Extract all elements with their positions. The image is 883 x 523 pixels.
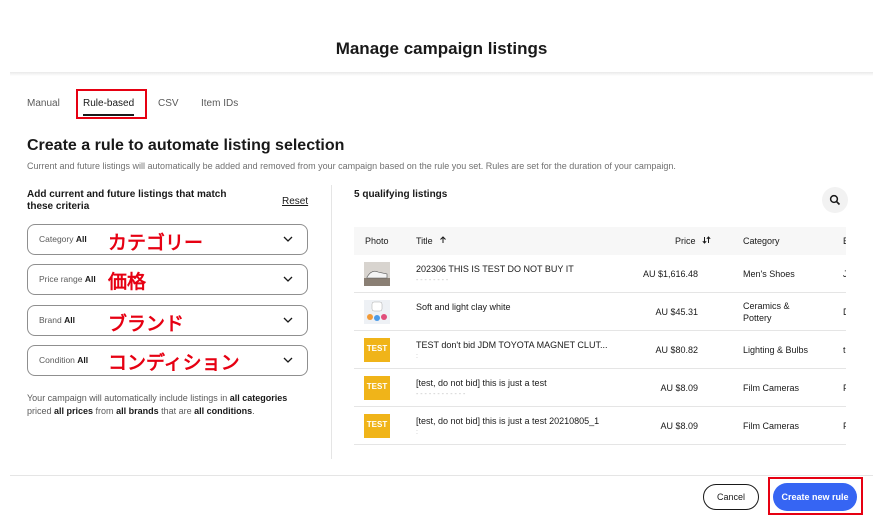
listing-price: AU $1,616.48 — [642, 269, 698, 279]
listing-title: [test, do not bid] this is just a test 2… — [416, 416, 600, 426]
tab-item-ids[interactable]: Item IDs — [201, 98, 238, 109]
listing-extra: F — [843, 383, 846, 393]
listing-category-line2: Pottery — [743, 313, 772, 323]
price-range-annotation: 価格 — [108, 272, 147, 293]
listing-title: TEST don't bid JDM TOYOTA MAGNET CLUT... — [416, 340, 608, 350]
price-range-dropdown-label: Price range All — [39, 274, 96, 284]
listing-extra: J — [843, 269, 846, 279]
listing-price: AU $45.31 — [655, 307, 698, 317]
sort-up-icon — [440, 236, 447, 243]
table-row[interactable]: 202306 THIS IS TEST DO NOT BUY IT - - - … — [354, 255, 846, 293]
listing-price: AU $80.82 — [655, 345, 698, 355]
listing-title: Soft and light clay white — [416, 302, 511, 312]
col-extra: B — [843, 236, 846, 246]
listing-category: Film Cameras — [743, 421, 800, 431]
col-title[interactable]: Title — [416, 236, 447, 246]
table-row[interactable]: TEST [test, do not bid] this is just a t… — [354, 369, 846, 407]
table-row[interactable]: Soft and light clay white AU $45.31 Cera… — [354, 293, 846, 331]
listing-photo-test-logo: TEST — [364, 338, 390, 362]
listing-photo-clay — [364, 300, 390, 324]
tab-manual[interactable]: Manual — [27, 98, 60, 109]
sort-updown-icon — [702, 236, 711, 244]
chevron-down-icon — [283, 357, 293, 363]
table-row[interactable]: TEST TEST don't bid JDM TOYOTA MAGNET CL… — [354, 331, 846, 369]
cancel-button[interactable]: Cancel — [703, 484, 759, 510]
listing-category: Lighting & Bulbs — [743, 345, 809, 355]
criteria-title: Add current and future listings that mat… — [27, 189, 227, 212]
listing-price: AU $8.09 — [660, 421, 698, 431]
listing-subtitle: - - - - - - - - — [416, 277, 449, 284]
listing-category: Ceramics & — [743, 301, 790, 311]
listing-title: 202306 THIS IS TEST DO NOT BUY IT — [416, 264, 574, 274]
tab-csv[interactable]: CSV — [158, 98, 179, 109]
listing-subtitle: - - - - - - - - - - - - — [416, 391, 466, 398]
modal-title: Manage campaign listings — [335, 39, 548, 58]
table-row[interactable]: TEST [test, do not bid] this is just a t… — [354, 407, 846, 445]
price-range-dropdown[interactable]: Price range All — [27, 264, 308, 295]
chevron-down-icon — [283, 317, 293, 323]
chevron-down-icon — [283, 236, 293, 242]
rule-summary: Your campaign will automatically include… — [27, 393, 288, 416]
table-header: Photo Title Price Category B — [354, 227, 846, 255]
listing-photo-shoe — [364, 262, 390, 286]
listing-extra: D — [843, 307, 846, 317]
col-photo: Photo — [365, 236, 389, 246]
listing-extra: t — [843, 345, 846, 355]
listing-category: Film Cameras — [743, 383, 800, 393]
tab-highlight-box — [76, 89, 147, 119]
rule-subtitle: Current and future listings will automat… — [27, 161, 676, 171]
listing-subtitle: : — [416, 429, 418, 436]
col-category: Category — [743, 236, 780, 246]
listing-photo-test-logo: TEST — [364, 376, 390, 400]
footer-divider — [10, 475, 873, 476]
qualifying-count: 5 qualifying listings — [354, 189, 448, 200]
condition-annotation: コンディション — [108, 353, 240, 374]
brand-dropdown-label: Brand All — [39, 315, 75, 325]
chevron-down-icon — [283, 276, 293, 282]
listing-photo-test-logo: TEST — [364, 414, 390, 438]
col-price[interactable]: Price — [675, 236, 711, 246]
column-divider — [331, 185, 332, 459]
rule-heading: Create a rule to automate listing select… — [27, 137, 345, 154]
listing-title: [test, do not bid] this is just a test — [416, 378, 547, 388]
reset-link[interactable]: Reset — [282, 196, 308, 207]
header-divider — [10, 72, 873, 76]
search-icon — [829, 194, 841, 206]
create-button-highlight-box — [768, 477, 863, 515]
condition-dropdown-label: Condition All — [39, 355, 89, 365]
listing-subtitle: : — [416, 353, 418, 360]
search-button[interactable] — [822, 187, 848, 213]
listing-extra: F — [843, 421, 846, 431]
listing-price: AU $8.09 — [660, 383, 698, 393]
listings-table: Photo Title Price Category B 202306 THIS… — [354, 227, 846, 445]
category-annotation: カテゴリー — [108, 233, 204, 254]
category-dropdown-label: Category All — [39, 234, 87, 244]
listing-category: Men's Shoes — [743, 269, 795, 279]
brand-annotation: ブランド — [108, 314, 185, 335]
